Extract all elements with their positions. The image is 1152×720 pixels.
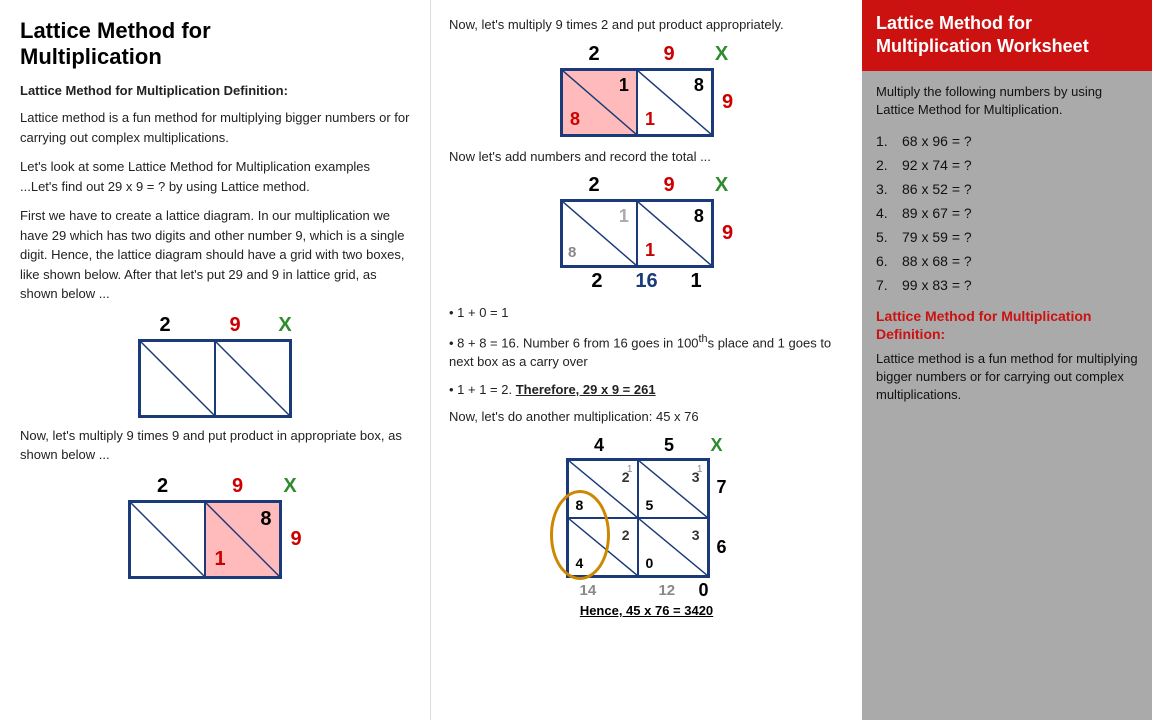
setup-text: First we have to create a lattice diagra…: [20, 206, 410, 304]
add-text: Now let's add numbers and record the tot…: [449, 147, 844, 167]
problem-5: 5.79 x 59 = ?: [876, 229, 1138, 245]
problem-2: 2.92 x 74 = ?: [876, 157, 1138, 173]
problem-list: 1.68 x 96 = ? 2.92 x 74 = ? 3.86 x 52 = …: [876, 133, 1138, 293]
worksheet-intro: Multiply the following numbers by using …: [876, 83, 1138, 119]
bullet1: • 1 + 0 = 1: [449, 303, 844, 323]
right-def-text: Lattice method is a fun method for multi…: [876, 350, 1138, 405]
next-mult-text: Now, let's do another multiplication: 45…: [449, 407, 844, 427]
middle-panel: Now, let's multiply 9 times 2 and put pr…: [430, 0, 862, 720]
bullet2: • 8 + 8 = 16. Number 6 from 16 goes in 1…: [449, 331, 844, 372]
cell-2-2: 8 1: [205, 502, 280, 577]
problem-1: 1.68 x 96 = ?: [876, 133, 1138, 149]
problem-3: 3.86 x 52 = ?: [876, 181, 1138, 197]
result-text: Hence, 45 x 76 = 3420: [580, 603, 713, 618]
left-panel: Lattice Method for Multiplication Lattic…: [0, 0, 430, 720]
cell-1-1: [140, 341, 215, 416]
problem-4: 4.89 x 67 = ?: [876, 205, 1138, 221]
problem-7: 7.99 x 83 = ?: [876, 277, 1138, 293]
lattice-grid-4: 2 9 X 1 8 8 1 9 2: [449, 174, 844, 293]
examples-text: Let's look at some Lattice Method for Mu…: [20, 157, 410, 196]
bullet3: • 1 + 1 = 2. Therefore, 29 x 9 = 261: [449, 380, 844, 400]
lattice-grid-5: 4 5 X 1 2 8 1 3 5: [449, 435, 844, 618]
x-label: X: [270, 314, 300, 337]
col1-label: 2: [130, 314, 200, 337]
right-header: Lattice Method for Multiplication Worksh…: [862, 0, 1152, 71]
main-title: Lattice Method for Multiplication: [20, 18, 410, 71]
cell-2-1: [130, 502, 205, 577]
right-panel: Lattice Method for Multiplication Worksh…: [862, 0, 1152, 720]
right-def-heading: Lattice Method for Multiplication Defini…: [876, 307, 1138, 343]
multiply-text: Now, let's multiply 9 times 9 and put pr…: [20, 426, 410, 465]
col2-label: 9: [200, 314, 270, 337]
right-content: Multiply the following numbers by using …: [862, 71, 1152, 720]
lattice-grid-1: 2 9 X: [20, 314, 410, 418]
lattice-grid-2: 2 9 X 8 1 9: [20, 475, 410, 579]
lattice-grid-3: 2 9 X 1 8 8 1 9: [449, 43, 844, 137]
definition-heading: Lattice Method for Multiplication Defini…: [20, 81, 410, 101]
problem-6: 6.88 x 68 = ?: [876, 253, 1138, 269]
intro-text: Lattice method is a fun method for multi…: [20, 108, 410, 147]
multiply-9x2-text: Now, let's multiply 9 times 2 and put pr…: [449, 15, 844, 35]
cell-1-2: [215, 341, 290, 416]
